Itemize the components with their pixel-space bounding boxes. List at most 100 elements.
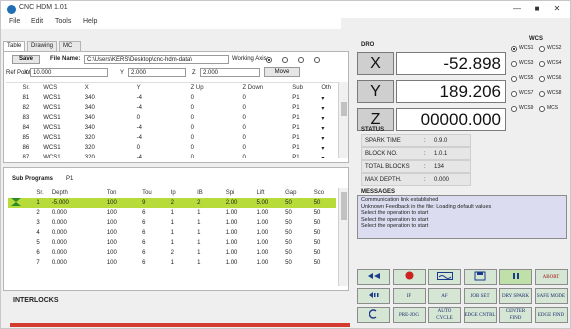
table-row[interactable]: 83 WCS1 340 0 0 0 P1 ▾ — [6, 113, 336, 123]
sub-table-cell[interactable]: 2 — [169, 248, 195, 258]
pause-button[interactable] — [499, 269, 532, 285]
menu-tools[interactable]: Tools — [55, 18, 71, 25]
wcs-radio-wcs6[interactable] — [539, 76, 545, 82]
sub-table-cell[interactable]: 1.00 — [255, 208, 284, 218]
sub-table-row[interactable]: 4 0.000 100 6 1 1 1.00 1.00 50 50 — [8, 228, 336, 238]
sub-table-cell[interactable]: 50 — [283, 228, 312, 238]
working-axis-radio-1[interactable] — [266, 57, 272, 63]
sub-table-row[interactable]: 2 0.000 100 6 1 1 1.00 1.00 50 50 — [8, 208, 336, 218]
sub-table-cell[interactable]: 6 — [34, 248, 49, 258]
jog-z-button[interactable] — [357, 288, 390, 304]
sub-table-cell[interactable]: 1.00 — [224, 228, 255, 238]
sub-table-cell[interactable]: 6 — [140, 258, 169, 268]
sub-table-cell[interactable]: 50 — [283, 248, 312, 258]
sub-table-cell[interactable]: 50 — [312, 208, 336, 218]
table-row[interactable]: 86 WCS1 320 0 0 0 P1 ▾ — [6, 143, 336, 153]
sub-table-cell[interactable]: 5.00 — [254, 198, 284, 208]
sub-table-cell[interactable]: 1 — [195, 248, 224, 258]
sub-table-cell[interactable]: 1 — [34, 198, 50, 208]
auto-cycle-button[interactable]: AUTO CYCLE — [428, 307, 461, 323]
sub-table-cell[interactable]: 1.00 — [224, 258, 255, 268]
table-row[interactable]: 87 WCS1 320 -4 0 0 P1 ▾ — [6, 153, 336, 158]
sub-table-cell[interactable]: 1 — [169, 258, 195, 268]
jog-button[interactable] — [357, 269, 390, 285]
wcs-radio-wcs7[interactable] — [511, 91, 517, 97]
sub-table-cell[interactable]: 50 — [283, 218, 312, 228]
sub-table-cell[interactable]: 1 — [195, 228, 224, 238]
sub-table-row[interactable]: 3 0.000 100 6 1 1 1.00 1.00 50 50 — [8, 218, 336, 228]
sub-table-cell[interactable]: 50 — [312, 248, 336, 258]
sub-table-cell[interactable]: 2 — [195, 198, 224, 208]
sub-table-cell[interactable]: 50 — [312, 238, 336, 248]
move-button[interactable]: Move — [264, 67, 300, 77]
sub-table-cell[interactable]: 1 — [195, 258, 224, 268]
save-button[interactable] — [463, 269, 497, 285]
sub-table-cell[interactable]: 50 — [312, 258, 336, 268]
save-button[interactable]: Save — [12, 55, 40, 64]
table-row[interactable]: 82 WCS1 340 -4 0 0 P1 ▾ — [6, 103, 336, 113]
wcs-radio-wcs9[interactable] — [511, 106, 517, 112]
tab-drawing[interactable]: Drawing — [27, 41, 58, 51]
sub-table-cell[interactable]: 1 — [195, 218, 224, 228]
sub-table-cell[interactable]: 50 — [312, 228, 336, 238]
sub-table-row[interactable]: 6 0.000 100 6 2 1 1.00 1.00 50 50 — [8, 248, 336, 258]
sub-table-row[interactable]: 1 -5.000 100 9 2 2 2.00 5.00 50 50 — [8, 198, 336, 208]
sub-table-cell[interactable]: 100 — [105, 248, 140, 258]
wcs-radio-wcs5[interactable] — [511, 76, 517, 82]
edge-find-button[interactable]: EDGE FIND — [534, 307, 568, 323]
sub-table-cell[interactable]: 1 — [195, 208, 224, 218]
pre-jog-button[interactable]: PRE-JOG — [392, 307, 426, 323]
job-set-button[interactable]: JOB SET — [463, 288, 497, 304]
sub-table-cell[interactable]: 100 — [105, 238, 140, 248]
wcs-radio-wcs2[interactable] — [539, 46, 545, 52]
sub-table-cell[interactable]: -5.000 — [49, 198, 105, 208]
sub-table-cell[interactable]: 1.00 — [255, 238, 284, 248]
sub-table-cell[interactable]: 6 — [140, 218, 169, 228]
wcs-radio-wcs1[interactable] — [511, 46, 517, 52]
row-dropdown-icon[interactable]: ▾ — [319, 133, 336, 143]
sub-table-cell[interactable]: 0.000 — [50, 248, 105, 258]
sub-table-cell[interactable]: 50 — [283, 198, 312, 208]
working-axis-radio-4[interactable] — [314, 57, 320, 63]
sub-table-cell[interactable]: 1.00 — [224, 248, 255, 258]
abort-button[interactable]: ABORT — [534, 269, 568, 285]
sub-table-cell[interactable]: 50 — [283, 258, 312, 268]
sub-table-cell[interactable]: 9 — [140, 198, 169, 208]
sub-table-cell[interactable]: 0.000 — [50, 258, 105, 268]
sub-table-cell[interactable]: 1 — [169, 218, 195, 228]
sub-table-cell[interactable]: 1.00 — [255, 228, 284, 238]
sub-table-cell[interactable]: 1 — [169, 238, 195, 248]
table-row[interactable]: 81 WCS1 340 -4 0 0 P1 ▾ — [6, 93, 336, 103]
sub-table-cell[interactable]: 1 — [169, 228, 195, 238]
sub-table-cell[interactable]: 100 — [104, 198, 141, 208]
sub-table-cell[interactable]: 4 — [34, 228, 49, 238]
sub-table-cell[interactable]: 7 — [34, 258, 49, 268]
menu-help[interactable]: Help — [83, 18, 97, 25]
row-dropdown-icon[interactable]: ▾ — [319, 113, 336, 123]
edge-cntrl-button[interactable]: EDGE CNTRL — [463, 307, 497, 323]
sub-table-cell[interactable]: 0.000 — [50, 218, 105, 228]
working-axis-radio-3[interactable] — [298, 57, 304, 63]
pump-button[interactable] — [428, 269, 461, 285]
program-table-scroll-thumb[interactable] — [341, 102, 347, 116]
sub-table-cell[interactable]: 1.00 — [255, 258, 284, 268]
row-dropdown-icon[interactable]: ▾ — [319, 103, 336, 113]
y-axis-button[interactable]: Y — [357, 80, 394, 103]
sub-table-cell[interactable]: 50 — [312, 218, 336, 228]
ref-y-field[interactable]: 2.000 — [128, 68, 186, 77]
home-button[interactable] — [357, 307, 390, 323]
sub-table-cell[interactable]: 5 — [34, 238, 49, 248]
table-row[interactable]: 84 WCS1 340 -4 0 0 P1 ▾ — [6, 123, 336, 133]
center-find-button[interactable]: CENTER FIND — [499, 307, 532, 323]
program-table-scrollbar[interactable] — [338, 82, 348, 158]
working-axis-radio-2[interactable] — [282, 57, 288, 63]
safe-mode-button[interactable]: SAFE MODE — [534, 288, 568, 304]
sub-table-cell[interactable]: 0.000 — [50, 238, 105, 248]
close-button[interactable]: ✕ — [549, 3, 565, 15]
sub-table-cell[interactable]: 6 — [140, 208, 169, 218]
spindle-button[interactable] — [392, 269, 426, 285]
sub-table-cell[interactable]: 1.00 — [224, 218, 255, 228]
sub-table-cell[interactable]: 3 — [34, 218, 49, 228]
menu-file[interactable]: File — [9, 18, 20, 25]
sub-table-cell[interactable]: 1.00 — [224, 208, 255, 218]
